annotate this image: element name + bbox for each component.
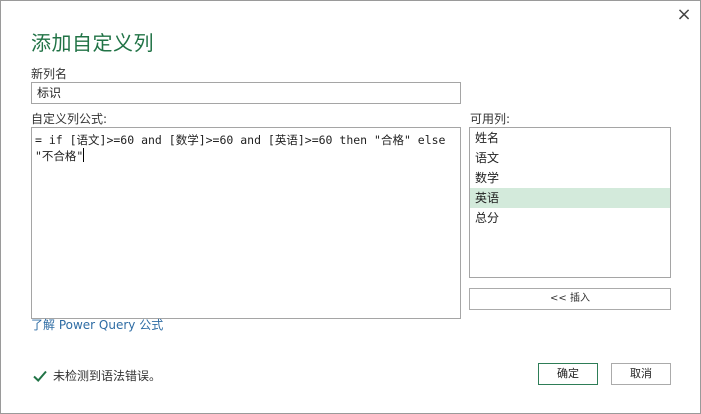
new-column-name-label: 新列名 bbox=[31, 67, 68, 81]
syntax-status-text: 未检测到语法错误。 bbox=[53, 369, 162, 383]
new-column-name-input[interactable]: 标识 bbox=[31, 82, 461, 104]
cancel-button[interactable]: 取消 bbox=[611, 363, 671, 385]
text-caret bbox=[83, 148, 85, 162]
column-item-total[interactable]: 总分 bbox=[470, 208, 670, 228]
close-icon[interactable]: × bbox=[673, 5, 695, 25]
dialog-title: 添加自定义列 bbox=[31, 31, 154, 55]
custom-formula-editor[interactable]: = if [语文]>=60 and [数学]>=60 and [英语]>=60 … bbox=[31, 127, 461, 319]
column-item-name[interactable]: 姓名 bbox=[470, 128, 670, 148]
column-item-english[interactable]: 英语 bbox=[470, 188, 670, 208]
formula-text: = if [语文]>=60 and [数学]>=60 and [英语]>=60 … bbox=[35, 133, 453, 163]
column-item-chinese[interactable]: 语文 bbox=[470, 148, 670, 168]
insert-button[interactable]: << 插入 bbox=[469, 288, 671, 310]
learn-power-query-link[interactable]: 了解 Power Query 公式 bbox=[31, 316, 163, 333]
column-item-math[interactable]: 数学 bbox=[470, 168, 670, 188]
ok-button[interactable]: 确定 bbox=[538, 363, 598, 385]
syntax-status: 未检测到语法错误。 bbox=[31, 366, 161, 386]
available-columns-list[interactable]: 姓名 语文 数学 英语 总分 bbox=[469, 127, 671, 278]
custom-formula-label: 自定义列公式: bbox=[31, 112, 108, 126]
add-custom-column-dialog: × 添加自定义列 新列名 标识 自定义列公式: = if [语文]>=60 an… bbox=[0, 0, 701, 414]
available-columns-label: 可用列: bbox=[470, 112, 511, 126]
check-icon bbox=[33, 370, 47, 382]
